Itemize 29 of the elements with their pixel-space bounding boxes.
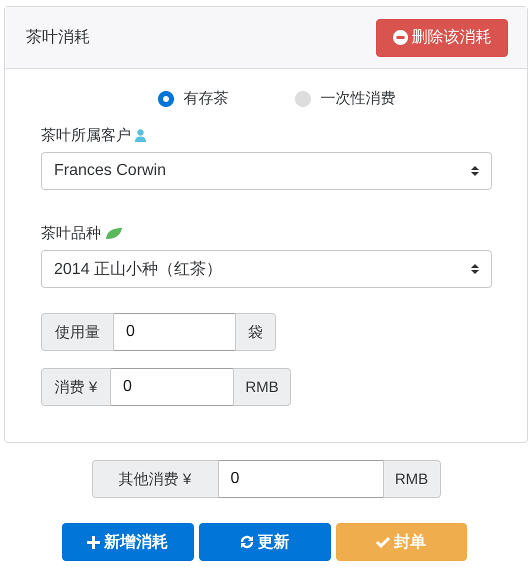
- field-label: 茶叶所属客户: [41, 126, 131, 145]
- radio-label[interactable]: 一次性消费: [320, 89, 396, 108]
- suffix-label: RMB: [233, 368, 291, 406]
- action-button[interactable]: 新增消耗: [62, 523, 194, 561]
- prefix-label: 消费 ¥: [41, 368, 111, 406]
- prefix-label: 使用量: [41, 313, 114, 351]
- radio-button[interactable]: [158, 90, 174, 106]
- input-field[interactable]: 0: [218, 460, 382, 498]
- check-icon: [376, 536, 390, 548]
- card-title: 茶叶消耗: [26, 28, 90, 48]
- plus-icon: [87, 536, 100, 548]
- minus-circle-icon: [392, 30, 408, 45]
- select-field[interactable]: Frances Corwin: [41, 152, 492, 190]
- prefix-label: 其他消费 ¥: [92, 460, 218, 498]
- radio-label[interactable]: 有存茶: [184, 89, 228, 108]
- suffix-label: RMB: [382, 460, 440, 498]
- refresh-icon: [240, 535, 254, 549]
- action-button[interactable]: 更新: [198, 523, 330, 561]
- caret-icon: [471, 263, 479, 275]
- user-icon: [135, 129, 146, 142]
- radio-button[interactable]: [294, 90, 310, 106]
- select-field[interactable]: 2014 正山小种（红茶）: [41, 250, 492, 288]
- field-label: 茶叶品种: [41, 224, 101, 243]
- suffix-label: 袋: [235, 313, 276, 351]
- leaf-icon: [105, 227, 123, 240]
- input-field[interactable]: 0: [111, 368, 233, 406]
- delete-button[interactable]: 删除该消耗: [376, 18, 508, 56]
- caret-icon: [471, 165, 479, 177]
- input-field[interactable]: 0: [114, 313, 235, 351]
